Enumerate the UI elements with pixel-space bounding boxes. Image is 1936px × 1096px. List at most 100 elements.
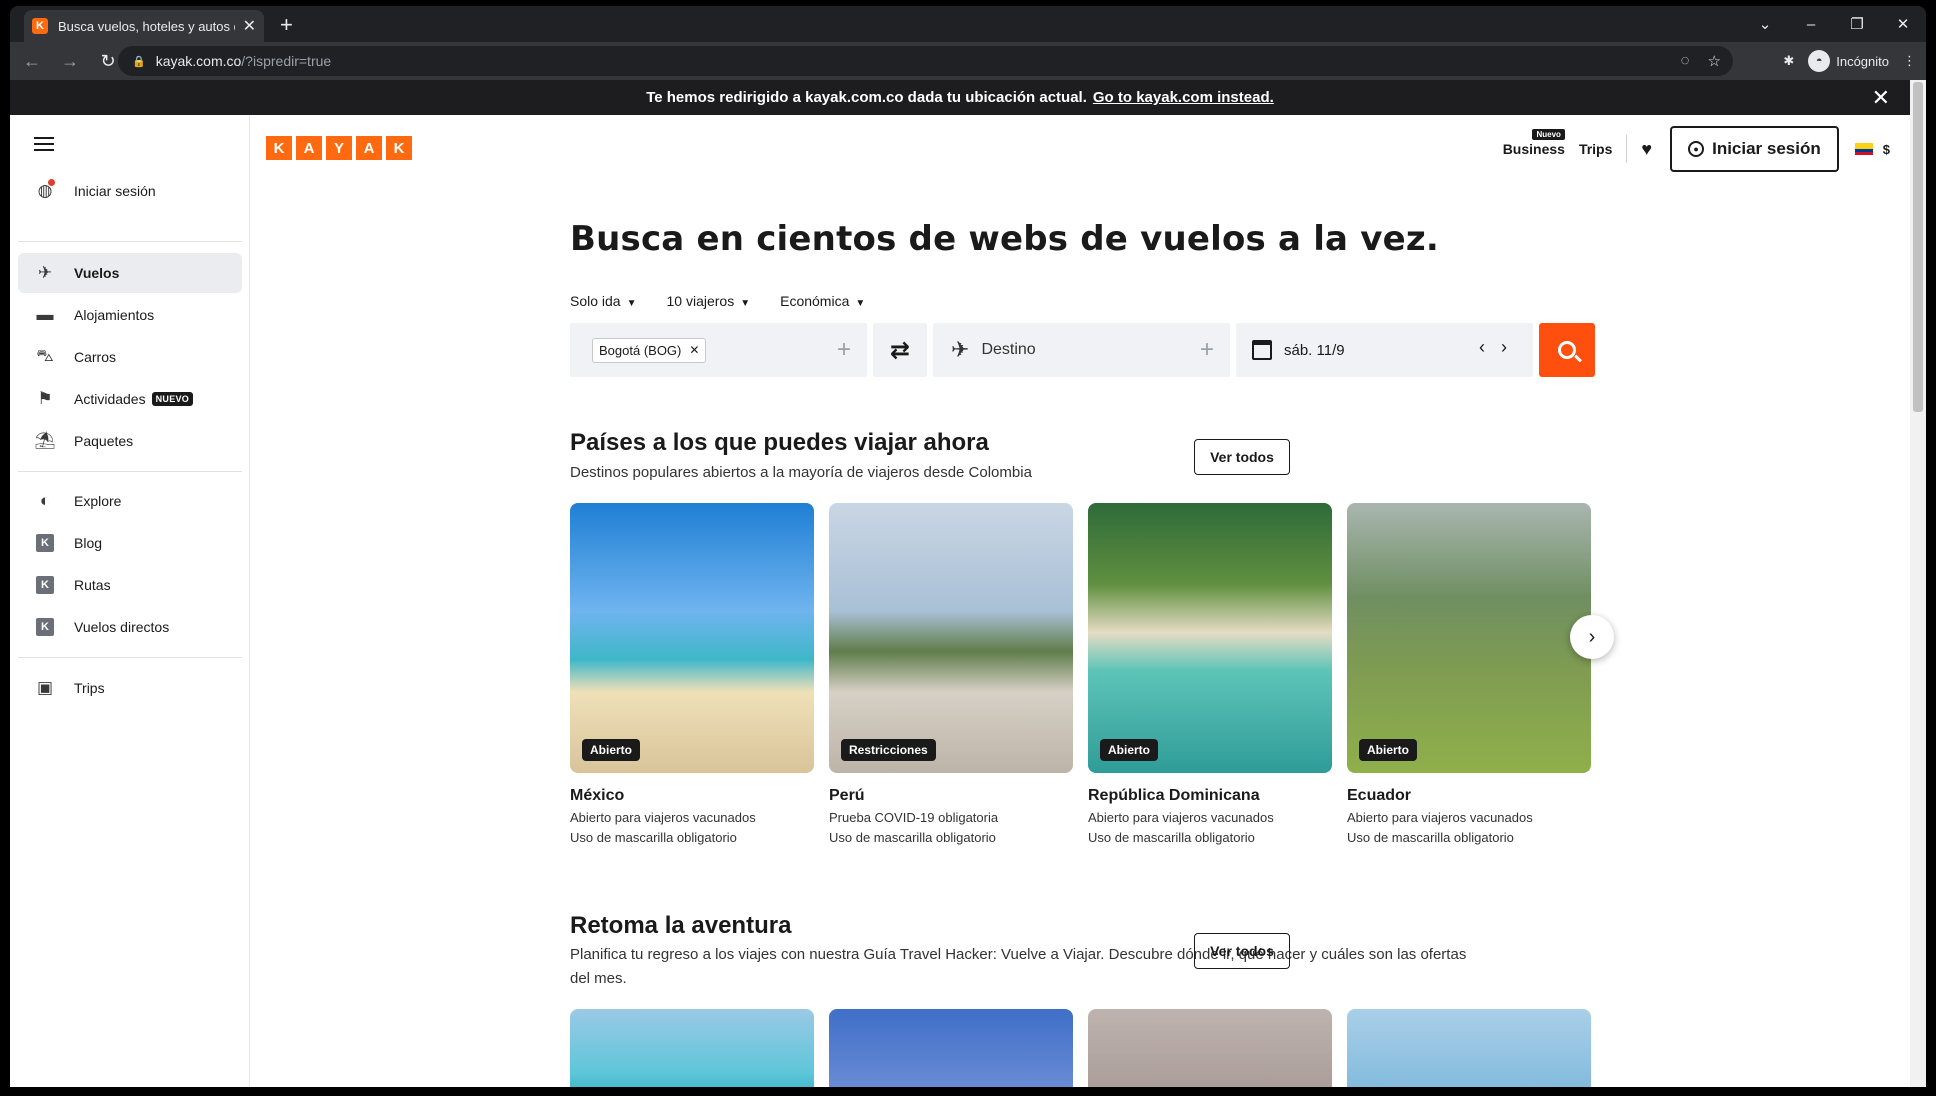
kayak-logo[interactable]: K A Y A K [266,136,412,160]
go-to-kayak-link[interactable]: Go to kayak.com instead. [1093,89,1274,106]
tab-search-icon[interactable]: ⌄ [1742,15,1788,33]
restore-icon[interactable]: ❐ [1834,15,1880,33]
sidebar-item-rutas[interactable]: K Rutas [18,565,242,605]
back-icon[interactable]: ← [16,51,48,72]
page-scrollbar[interactable] [1910,80,1926,1087]
trips-link[interactable]: Trips [1579,141,1612,157]
date-field[interactable]: sáb. 11/9 ‹ › [1236,323,1533,377]
card-line: Uso de mascarilla obligatorio [1347,830,1514,845]
forward-icon[interactable]: → [54,51,86,72]
card-name: República Dominicana [1088,787,1260,804]
profile-label: Incógnito [1836,53,1889,69]
next-date-icon[interactable]: › [1501,337,1507,358]
sidebar-item-paquetes[interactable]: ⛱ Paquetes [18,421,242,461]
card-image: Restricciones [829,503,1073,773]
logo-letter: K [266,136,292,160]
card-line: Abierto para viajeros vacunados [570,810,756,825]
plane-icon: ✈ [951,337,970,362]
sidebar-item-trips[interactable]: ▣ Trips [18,668,242,708]
destination-field[interactable]: ✈ Destino + [933,323,1230,377]
destination-card-mexico[interactable]: Abierto México Abierto para viajeros vac… [570,503,814,845]
flight-search-bar: Bogotá (BOG) ✕ + ⇄ ✈ Destino + sáb. 11/9… [570,323,1595,377]
new-badge: NUEVO [151,392,194,406]
previous-date-icon[interactable]: ‹ [1479,337,1485,358]
browser-tab[interactable]: K Busca vuelos, hoteles y autos de ✕ [24,10,264,42]
card-name: Perú [829,787,865,804]
banner-text: Te hemos redirigido a kayak.com.co dada … [646,89,1087,106]
section-subtitle: Planifica tu regreso a los viajes con nu… [570,946,1467,987]
remove-origin-icon[interactable]: ✕ [689,343,699,357]
cabin-dropdown[interactable]: Económica ▼ [780,293,865,309]
bookmark-star-icon[interactable]: ☆ [1708,52,1721,70]
colombia-flag-icon[interactable] [1854,143,1873,155]
sidebar-item-blog[interactable]: K Blog [18,523,242,563]
trips-bookmark-icon: ▣ [36,678,54,697]
sidebar-item-actividades[interactable]: ⚑ Actividades NUEVO [18,379,242,419]
incognito-icon: ◓ [1808,50,1831,72]
sidebar-login-label: Iniciar sesión [74,183,156,199]
swap-button[interactable]: ⇄ [873,323,927,377]
heart-icon[interactable]: ♥ [1641,139,1652,160]
window-controls: ⌄ – ❐ ✕ [1742,6,1926,42]
travelers-dropdown[interactable]: 10 viajeros ▼ [667,293,751,309]
card-line: Uso de mascarilla obligatorio [570,830,737,845]
search-button[interactable] [1539,323,1595,377]
sidebar-item-explore[interactable]: ◐ Explore [18,481,242,521]
new-tab-icon[interactable]: + [280,14,293,36]
user-circle-icon: ● [1688,141,1705,157]
browser-menu-icon[interactable]: ⋮ [1903,53,1916,69]
car-icon: ⛍ [36,346,54,365]
url-host: kayak.com.co [155,53,242,69]
card-image: Abierto [570,503,814,773]
logo-letter: K [386,136,412,160]
adventure-card[interactable] [1347,1009,1591,1087]
user-icon: ◍ [30,179,60,201]
incognito-profile[interactable]: ◓ Incógnito [1808,50,1889,72]
globe-icon: ◐ [39,491,51,510]
destination-card-peru[interactable]: Restricciones Perú Prueba COVID-19 oblig… [829,503,1073,845]
address-bar[interactable]: 🔒 kayak.com.co /?ispredir=true ◌ ☆ [118,46,1733,76]
business-label: Business [1502,141,1565,157]
minimize-icon[interactable]: – [1788,16,1834,33]
kayak-k-icon: K [36,618,54,636]
extensions-icon[interactable]: ✱ [1783,53,1794,69]
section-title: Países a los que puedes viajar ahora [570,429,989,456]
hamburger-menu-icon[interactable] [34,137,54,151]
adventure-card[interactable] [1088,1009,1332,1087]
adventure-card[interactable] [829,1009,1073,1087]
adventure-card[interactable] [570,1009,814,1087]
add-origin-icon[interactable]: + [837,336,851,364]
sidebar-item-carros[interactable]: ⛍ Carros [18,337,242,377]
sidebar-item-label: Actividades [74,391,146,407]
trip-type-dropdown[interactable]: Solo ida ▼ [570,293,637,309]
add-destination-icon[interactable]: + [1200,336,1214,364]
calendar-icon [1252,340,1272,360]
redirect-banner: Te hemos redirigido a kayak.com.co dada … [10,80,1910,115]
currency-label[interactable]: $ [1883,142,1890,157]
scrollbar-thumb[interactable] [1913,82,1923,412]
origin-field[interactable]: Bogotá (BOG) ✕ + [570,323,867,377]
carousel-next-button[interactable]: › [1570,615,1614,659]
chevron-down-icon: ▼ [740,298,751,309]
origin-chip[interactable]: Bogotá (BOG) ✕ [592,337,707,363]
close-window-icon[interactable]: ✕ [1880,15,1926,33]
close-banner-icon[interactable]: ✕ [1872,85,1890,111]
view-all-button[interactable]: Ver todos [1194,933,1290,969]
sidebar-item-vuelos-directos[interactable]: K Vuelos directos [18,607,242,647]
sidebar-item-alojamientos[interactable]: ▬ Alojamientos [18,295,242,335]
card-name: México [570,787,625,804]
sidebar-item-label: Paquetes [74,433,134,449]
eye-off-icon[interactable]: ◌ [1681,52,1690,70]
sidebar-item-label: Blog [74,535,103,551]
close-tab-icon[interactable]: ✕ [243,16,256,36]
section-subtitle: Destinos populares abiertos a la mayoría… [570,464,1032,481]
plane-icon: ✈ [37,263,53,282]
login-button[interactable]: ● Iniciar sesión [1670,126,1839,172]
business-link[interactable]: Nuevo Business [1502,129,1565,157]
view-all-button[interactable]: Ver todos [1194,439,1290,475]
destination-card-ecuador[interactable]: Abierto Ecuador Abierto para viajeros va… [1347,503,1591,845]
sidebar-item-vuelos[interactable]: ✈ Vuelos [18,253,242,293]
sidebar-login[interactable]: ◍ Iniciar sesión [18,171,242,211]
sidebar: ◍ Iniciar sesión ✈ Vuelos ▬ Alojamientos… [10,115,250,1087]
destination-card-dominicana[interactable]: Abierto República Dominicana Abierto par… [1088,503,1332,845]
